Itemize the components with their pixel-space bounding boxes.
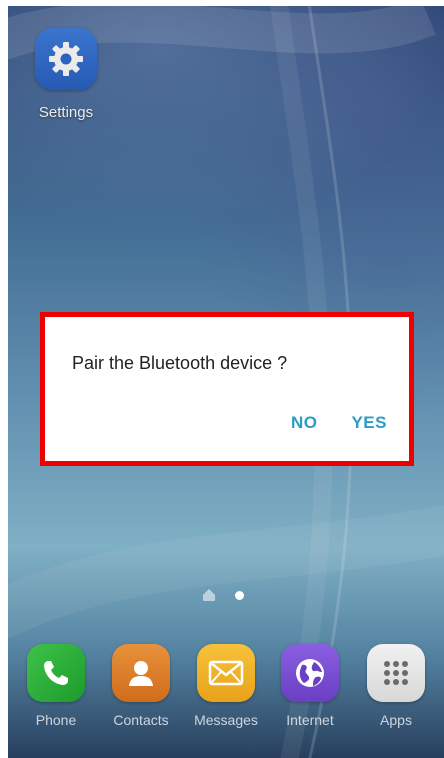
app-dock: Phone Contacts Messages Internet Apps	[8, 644, 444, 744]
phone-icon	[44, 661, 68, 685]
yes-button[interactable]: YES	[351, 413, 387, 433]
dock-label: Apps	[380, 712, 412, 728]
dock-label: Contacts	[113, 712, 169, 728]
bluetooth-pair-dialog: Pair the Bluetooth device ? NO YES	[40, 312, 414, 466]
dock-item-phone[interactable]: Phone	[16, 644, 96, 728]
page-dot	[235, 590, 244, 600]
dock-item-messages[interactable]: Messages	[186, 644, 266, 728]
contacts-icon	[129, 661, 153, 686]
dock-item-contacts[interactable]: Contacts	[101, 644, 181, 728]
messages-icon	[208, 660, 244, 686]
dialog-message: Pair the Bluetooth device ?	[72, 353, 288, 373]
dock-label: Messages	[194, 712, 258, 728]
home-page-indicator-icon	[203, 589, 215, 601]
phone-tile	[27, 644, 85, 702]
page-indicator[interactable]	[203, 589, 244, 601]
apps-grid-icon	[384, 661, 408, 685]
internet-tile	[281, 644, 339, 702]
dock-item-apps[interactable]: Apps	[356, 644, 436, 728]
dock-item-internet[interactable]: Internet	[270, 644, 350, 728]
home-screen: Settings Pair the Bluetooth device ? NO …	[8, 6, 444, 758]
dock-label: Phone	[35, 712, 77, 728]
apps-tile	[367, 644, 425, 702]
messages-tile	[197, 644, 255, 702]
internet-icon	[296, 659, 324, 687]
contacts-tile	[112, 644, 170, 702]
no-button[interactable]: NO	[291, 413, 318, 433]
dock-label: Internet	[286, 712, 334, 728]
dialog-actions: NO YES	[291, 413, 387, 433]
